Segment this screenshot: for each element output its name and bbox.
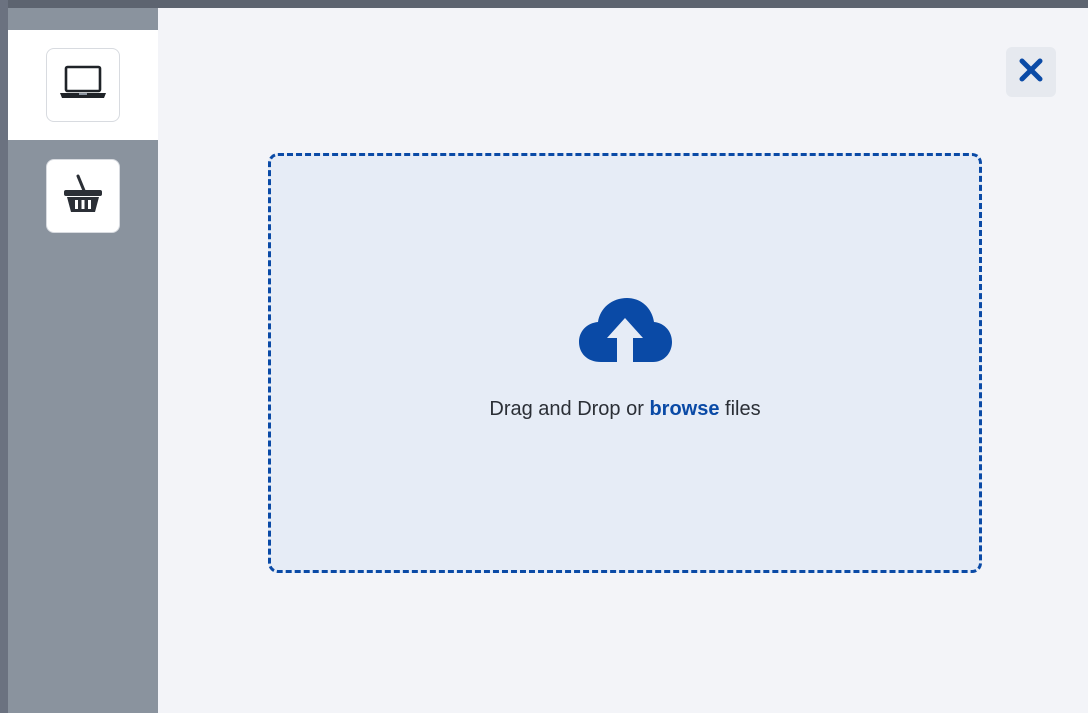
dropzone-text-after: files: [719, 398, 761, 420]
browse-files-link[interactable]: browse: [649, 398, 719, 420]
laptop-icon: [57, 63, 109, 108]
close-button[interactable]: [1006, 47, 1056, 97]
dropzone-instructions: Drag and Drop or browse files: [271, 398, 979, 421]
window-left-border: [0, 0, 8, 713]
cloud-upload-icon: [577, 296, 673, 366]
dropzone-text-before: Drag and Drop or: [489, 398, 650, 420]
window-top-border: [0, 0, 1088, 8]
sidebar-item-device[interactable]: [46, 48, 120, 122]
sidebar-top-cap: [8, 8, 158, 30]
close-icon: [1018, 57, 1044, 88]
sidebar-item-basket[interactable]: [46, 159, 120, 233]
file-dropzone[interactable]: Drag and Drop or browse files: [268, 153, 982, 573]
basket-icon: [61, 172, 105, 221]
